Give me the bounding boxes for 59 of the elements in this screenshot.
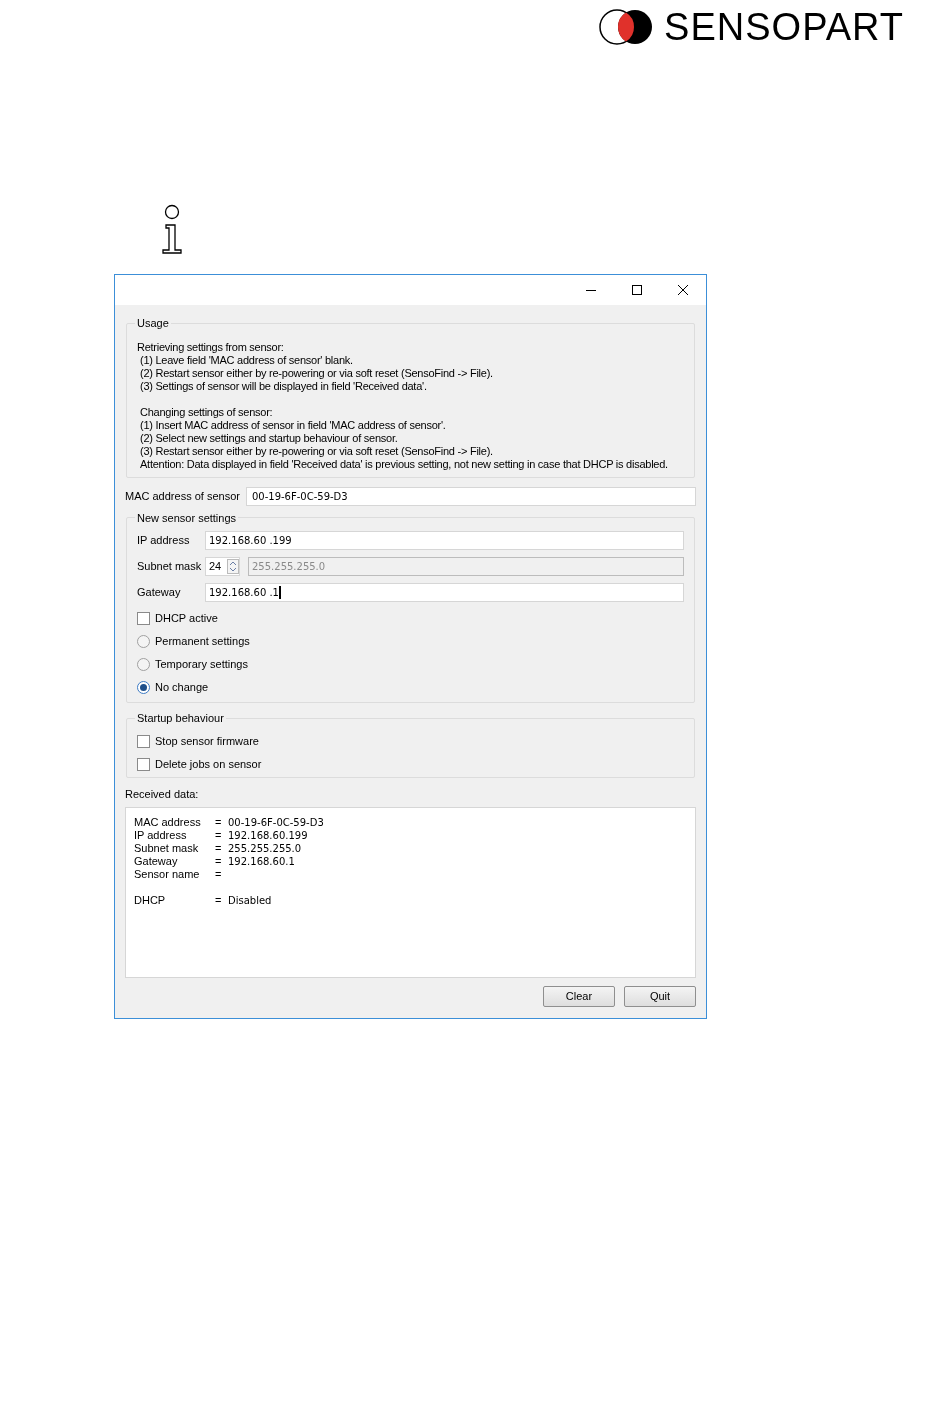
equals-sign: = [215, 842, 223, 855]
option-label: Temporary settings [155, 656, 248, 672]
data-value: 255.255.255.0 [228, 842, 303, 855]
usage-text: (2) Select new settings and startup behaviour of sensor. [139, 431, 399, 445]
option-label: Stop sensor firmware [155, 734, 259, 750]
option-label: Delete jobs on sensor [155, 757, 262, 773]
usage-text: Attention: Data displayed in field 'Received data' is previous setting, not new setting in case that DHCP is disabled. [139, 457, 669, 471]
data-key: MAC address [134, 816, 215, 829]
option-label: No change [155, 679, 209, 695]
radio-button[interactable] [137, 634, 150, 648]
group-title: New sensor settings [136, 510, 238, 526]
section-label: Received data: [125, 786, 200, 802]
usage-text: (3) Restart sensor either by re-powering or via soft reset (SensoFind -> File). [139, 444, 494, 458]
dialog-button[interactable]: Clear [543, 986, 615, 1007]
radio-button[interactable] [137, 657, 150, 671]
brand-name: SENSOPART [664, 8, 904, 46]
data-value: Disabled [228, 894, 273, 907]
dialog-button[interactable]: Quit [624, 986, 696, 1007]
usage-text: (1) Leave field 'MAC address of sensor' blank. [139, 353, 354, 367]
equals-sign: = [215, 894, 223, 907]
data-key: Gateway [134, 855, 215, 868]
usage-text: (2) Restart sensor either by re-powering or via soft reset (SensoFind -> File). [139, 366, 494, 380]
spin-arrows-icon [227, 559, 239, 574]
usage-text: Retrieving settings from sensor: [137, 340, 285, 354]
field-label: Gateway [137, 585, 182, 601]
group-title: Usage [136, 316, 170, 331]
usage-text: (1) Insert MAC address of sensor in field 'MAC address of sensor'. [139, 418, 447, 432]
ip-address-field[interactable]: 192.168.60 .199 [205, 531, 684, 550]
data-key: IP address [134, 829, 215, 842]
maximize-icon [631, 284, 643, 296]
radio-button[interactable] [137, 680, 150, 694]
data-value: 192.168.60.1 [228, 855, 296, 868]
data-value: 192.168.60.199 [228, 829, 309, 842]
option-label: DHCP active [155, 610, 218, 626]
text-cursor [279, 586, 281, 599]
usage-text: (3) Settings of sensor will be displayed in field 'Received data'. [139, 379, 428, 393]
logo-icon [598, 8, 655, 46]
prefix-spinbox[interactable]: 24 [205, 557, 240, 576]
checkbox[interactable] [137, 611, 150, 625]
option-label: Permanent settings [155, 633, 250, 649]
data-value: 00-19-6F-0C-59-D3 [228, 816, 324, 829]
equals-sign: = [215, 829, 223, 842]
gateway-field[interactable]: 192.168.60 .1 [205, 583, 684, 602]
usage-text: Changing settings of sensor: [139, 405, 274, 419]
close-icon [677, 284, 689, 296]
data-key: Subnet mask [134, 842, 215, 855]
equals-sign: = [215, 816, 223, 829]
field-label: MAC address of sensor [125, 488, 240, 504]
equals-sign: = [215, 868, 223, 881]
data-key: Sensor name [134, 868, 215, 881]
checkbox[interactable] [137, 735, 150, 748]
equals-sign: = [215, 855, 223, 868]
group-title: Startup behaviour [136, 711, 225, 726]
field-label: IP address [137, 533, 191, 549]
field-label: Subnet mask [137, 559, 203, 575]
subnet-mask-field: 255.255.255.0 [248, 557, 684, 576]
checkbox[interactable] [137, 758, 150, 771]
mac-address-field[interactable]: 00-19-6F-0C-59-D3 [245, 486, 696, 506]
data-key: DHCP [134, 894, 215, 907]
